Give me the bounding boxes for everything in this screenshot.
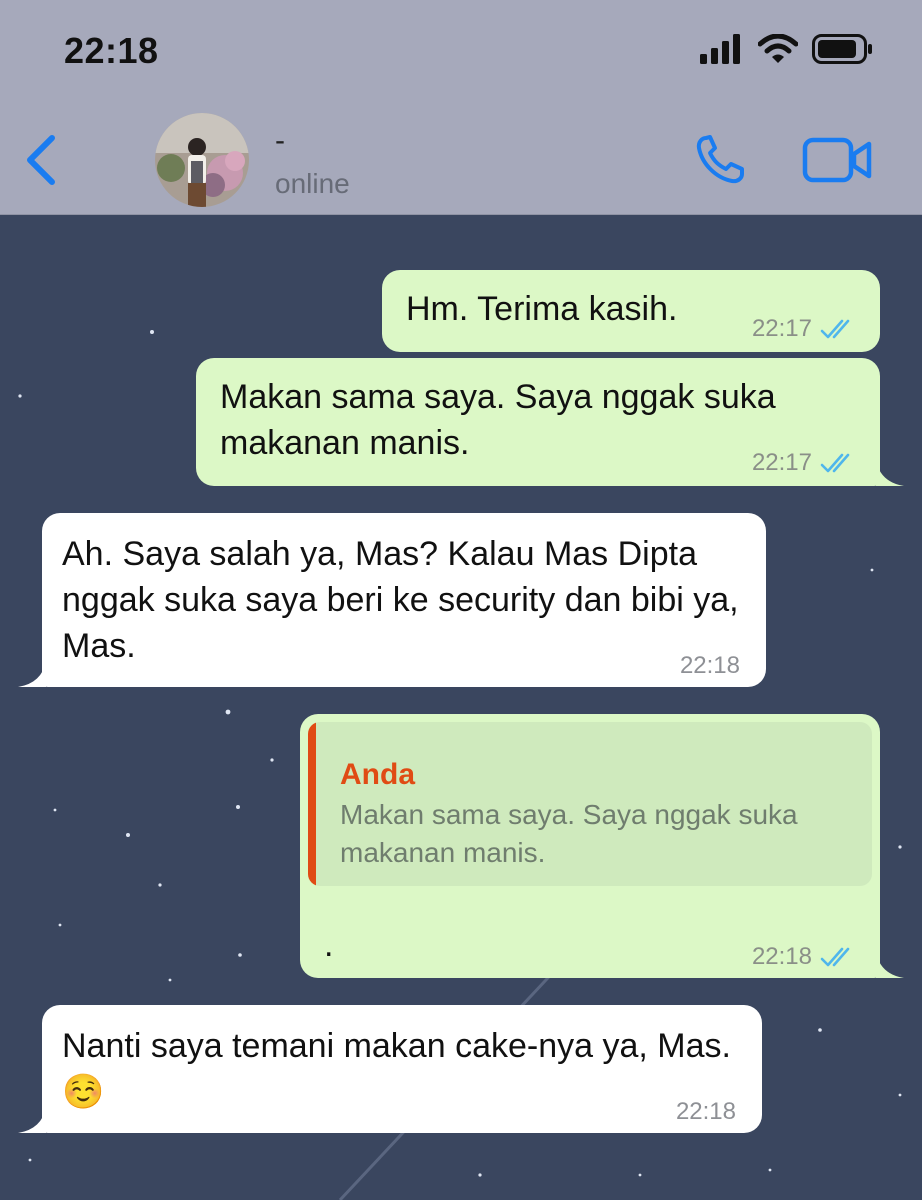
message-text: . <box>324 926 334 964</box>
message-text: Hm. Terima kasih. <box>406 290 678 328</box>
read-receipt-icon <box>820 947 850 967</box>
wifi-icon <box>758 34 798 63</box>
read-receipt-icon <box>820 319 850 339</box>
message-meta: 22:18 <box>676 1089 736 1135</box>
quoted-author: Anda <box>340 758 415 791</box>
message-bubble-incoming[interactable]: Nanti saya temani makan cake-nya ya, Mas… <box>18 1005 762 1135</box>
message-meta: 22:18 <box>752 934 860 980</box>
back-chevron-icon <box>27 135 55 185</box>
message-bubble-outgoing[interactable]: Makan sama saya. Saya nggak suka makanan… <box>196 358 904 486</box>
message-meta: 22:17 <box>752 306 860 352</box>
message-time: 22:18 <box>675 1098 736 1125</box>
contact-avatar[interactable] <box>155 113 249 207</box>
voice-call-icon <box>696 135 744 184</box>
contact-status: online <box>275 168 350 199</box>
message-bubble-incoming[interactable]: Ah. Saya salah ya, Mas? Kalau Mas Dipta … <box>18 513 766 689</box>
message-text: Ah. Saya salah ya, Mas? Kalau Mas Dipta … <box>62 535 739 665</box>
message-bubble-outgoing[interactable]: Hm. Terima kasih. 22:17 <box>382 270 880 352</box>
status-time: 22:18 <box>64 30 159 71</box>
voice-call-button[interactable] <box>694 134 750 186</box>
bubble-tail <box>876 952 904 978</box>
message-time: 22:18 <box>679 652 740 679</box>
message-time: 22:18 <box>751 943 812 970</box>
contact-name[interactable]: - <box>275 124 285 158</box>
message-text: Nanti saya temani makan cake-nya ya, Mas… <box>62 1027 731 1111</box>
bubble-tail <box>876 460 904 486</box>
message-bubble-outgoing-reply[interactable]: Anda Makan sama saya. Saya nggak suka ma… <box>300 714 904 980</box>
message-meta: 22:18 <box>680 643 740 689</box>
status-icons <box>700 34 874 64</box>
video-call-icon <box>802 137 872 183</box>
quoted-message[interactable]: Anda Makan sama saya. Saya nggak suka ma… <box>308 722 872 886</box>
message-meta: 22:17 <box>752 440 860 486</box>
bubble-tail <box>18 661 46 687</box>
quoted-text: Makan sama saya. Saya nggak suka makanan… <box>340 799 798 868</box>
signal-icon <box>700 34 740 64</box>
video-call-button[interactable] <box>802 136 874 184</box>
bubble-tail <box>18 1107 46 1133</box>
battery-icon <box>812 34 872 64</box>
back-button[interactable] <box>22 134 62 186</box>
read-receipt-icon <box>820 453 850 473</box>
quote-accent-bar <box>308 722 316 886</box>
avatar-photo <box>155 113 249 207</box>
message-time: 22:17 <box>751 315 812 342</box>
message-time: 22:17 <box>751 449 812 476</box>
chat-header: 22:18 - online <box>0 0 922 215</box>
